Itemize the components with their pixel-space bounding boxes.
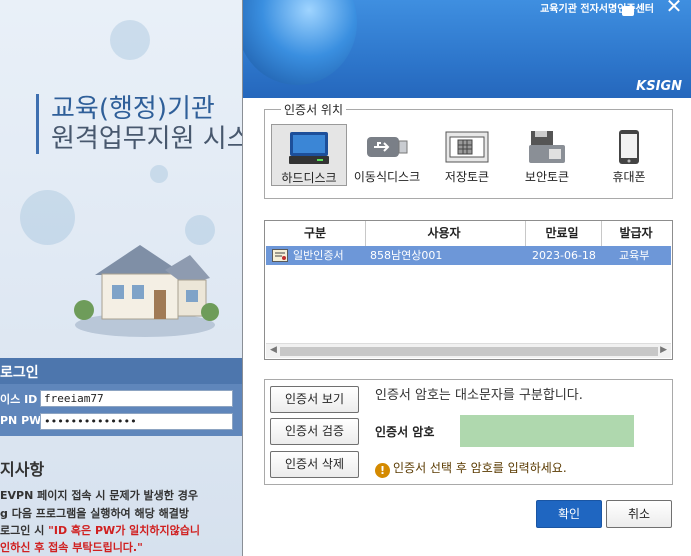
- notice-line: EVPN 페이지 접속 시 문제가 발생한 경우: [0, 489, 198, 502]
- id-input[interactable]: freeiam77: [40, 390, 233, 407]
- view-certificate-button[interactable]: 인증서 보기: [270, 386, 359, 413]
- scroll-right-icon[interactable]: ▶: [660, 345, 667, 355]
- login-header: 로그인: [0, 358, 250, 384]
- ok-button[interactable]: 확인: [536, 500, 602, 528]
- pw-input[interactable]: ••••••••••••••: [40, 413, 233, 430]
- dialog-banner: 교육기관 전자서명인증센터 ✕ KSIGN: [243, 0, 691, 98]
- warning-icon: !: [375, 463, 390, 478]
- location-usb-drive[interactable]: 이동식디스크: [349, 124, 425, 186]
- warning-text: 인증서 선택 후 암호를 입력하세요.: [393, 461, 567, 475]
- location-label: 보안토큰: [524, 170, 570, 184]
- cancel-button[interactable]: 취소: [606, 500, 672, 528]
- notice-text: 로그인 시: [0, 524, 49, 537]
- login-header-label: 로그인: [0, 365, 39, 381]
- password-label: 인증서 암호: [375, 425, 435, 439]
- notice-line: 인하신 후 접속 부탁드립니다.": [0, 541, 143, 554]
- location-label: 이동식디스크: [353, 170, 421, 184]
- site-title-line2: 원격업무지원 시스: [51, 124, 251, 154]
- column-header-expiry[interactable]: 만료일: [525, 221, 599, 245]
- certificate-table: 구분 사용자 만료일 발급자 일반인증서 858남연상001 2023-06-1…: [264, 220, 673, 360]
- site-title: 교육(행정)기관 원격업무지원 시스: [36, 94, 251, 154]
- scrollbar-thumb[interactable]: [280, 347, 658, 356]
- site-title-line1: 교육(행정)기관: [51, 94, 215, 124]
- house-illustration: [74, 245, 219, 337]
- close-button[interactable]: ✕: [664, 0, 684, 16]
- scroll-left-icon[interactable]: ◀: [270, 345, 277, 355]
- dialog-title: 교육기관 전자서명인증센터: [540, 4, 654, 15]
- certificate-row[interactable]: 일반인증서 858남연상001 2023-06-18 교육부: [266, 246, 671, 265]
- security-token-icon: [529, 131, 565, 163]
- location-mobile-phone[interactable]: 휴대폰: [591, 124, 667, 186]
- hard-disk-icon: [289, 132, 329, 164]
- cell-expiry: 2023-06-18: [532, 249, 596, 262]
- horizontal-scrollbar[interactable]: ◀ ▶: [266, 343, 671, 358]
- location-hard-disk[interactable]: 하드디스크: [271, 124, 347, 186]
- location-storage-token[interactable]: 저장토큰: [429, 124, 505, 186]
- decor-bubble: [110, 20, 150, 60]
- column-header-issuer[interactable]: 발급자: [601, 221, 671, 245]
- decor-bubble: [20, 190, 75, 245]
- certificate-dialog: 교육기관 전자서명인증센터 ✕ KSIGN 인증서 위치 하드디스크 이동식디스…: [242, 0, 691, 556]
- password-case-note: 인증서 암호는 대소문자를 구분합니다.: [375, 388, 583, 403]
- notice-line: g 다음 프로그램을 실행하여 해당 해결방: [0, 507, 189, 520]
- cell-issuer: 교육부: [619, 249, 650, 262]
- location-legend: 인증서 위치: [281, 101, 347, 118]
- notice-title: 지사항: [0, 460, 45, 479]
- certificate-action-panel: 인증서 보기 인증서 검증 인증서 삭제 인증서 암호는 대소문자를 구분합니다…: [264, 379, 673, 485]
- column-header-user[interactable]: 사용자: [365, 221, 523, 245]
- verify-certificate-button[interactable]: 인증서 검증: [270, 418, 359, 445]
- cell-type: 일반인증서: [293, 249, 344, 262]
- decor-bubble: [150, 165, 168, 183]
- password-warning: ! 인증서 선택 후 암호를 입력하세요.: [375, 459, 567, 478]
- certificate-location-group: 인증서 위치 하드디스크 이동식디스크 저장토큰 보안토큰 휴대폰: [264, 101, 673, 199]
- column-header-type[interactable]: 구분: [265, 221, 365, 245]
- delete-certificate-button[interactable]: 인증서 삭제: [270, 451, 359, 478]
- globe-graphic: [243, 0, 357, 85]
- storage-token-icon: [445, 131, 489, 163]
- certificate-icon: [272, 249, 288, 262]
- usb-drive-icon: [367, 137, 408, 157]
- location-security-token[interactable]: 보안토큰: [509, 124, 585, 186]
- id-label: 이스 ID: [0, 393, 38, 406]
- certificate-password-input[interactable]: [460, 415, 634, 447]
- ksign-logo: KSIGN: [636, 79, 682, 94]
- location-label: 하드디스크: [281, 171, 337, 185]
- location-label: 저장토큰: [444, 170, 490, 184]
- mobile-phone-icon: [619, 130, 639, 164]
- notice-line: 로그인 시 "ID 혹은 PW가 일치하지않습니: [0, 522, 200, 538]
- location-label: 휴대폰: [612, 170, 646, 184]
- cell-user: 858남연상001: [370, 249, 443, 262]
- notice-highlight: "ID 혹은 PW가 일치하지않습니: [48, 524, 200, 537]
- pw-label: PN PW: [0, 414, 42, 427]
- login-form: 이스 ID freeiam77 PN PW ••••••••••••••: [0, 384, 250, 436]
